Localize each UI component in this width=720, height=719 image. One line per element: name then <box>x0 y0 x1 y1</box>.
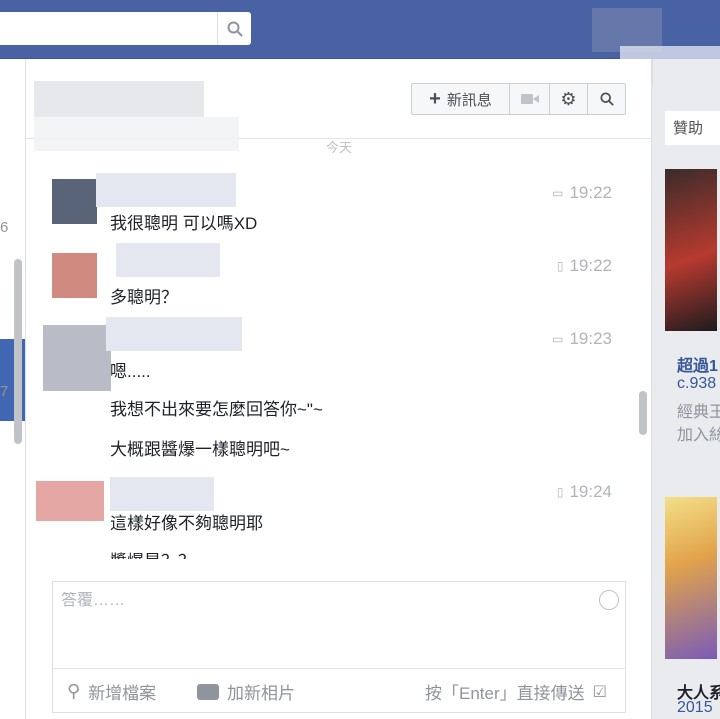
sender-avatar[interactable] <box>36 481 104 521</box>
message-time: ▯ 19:22 <box>556 256 612 275</box>
right-sidebar: 贊助 超過1 c.938 經典王 加入絲 大人系 2015 <box>653 59 720 719</box>
camera-icon <box>197 683 219 700</box>
search-icon <box>599 92 614 106</box>
mobile-icon: ▯ <box>556 259 564 273</box>
search-icon <box>227 21 243 37</box>
ad-subtitle[interactable]: c.938 <box>677 375 716 393</box>
message-text: 多聰明？ <box>110 288 178 307</box>
message-text: 大概跟醬爆一樣聰明吧~ <box>110 440 290 459</box>
message-text: 我想不出來要怎麼回答你~"~ <box>110 400 323 419</box>
conversation-count: 8 <box>0 302 9 319</box>
chat-panel: + 新訊息 ⚙ 今天 ▭ 19:22 我很聰明 可以嗎XD ▯ 19:22 多聰… <box>26 59 652 719</box>
message-text: 這樣好像不夠聰明耶 <box>110 514 263 533</box>
sender-name-blurred <box>96 173 236 207</box>
sender-avatar[interactable] <box>52 253 97 298</box>
message-time: ▯ 19:24 <box>556 482 612 501</box>
message-time: ▭ 19:22 <box>552 183 612 202</box>
ad-image[interactable] <box>665 497 717 659</box>
chat-bubble-icon: ▭ <box>552 186 564 200</box>
composer-actions: ⚲ 新增檔案 加新相片 按「Enter」直接傳送 ☑ <box>53 668 625 712</box>
message-list-scrollbar[interactable] <box>639 391 647 435</box>
conversation-count: 6 <box>0 219 9 236</box>
sender-avatar[interactable] <box>52 179 97 224</box>
sender-avatar[interactable] <box>43 325 111 391</box>
conversation-list: 6 8 7 <box>0 59 26 719</box>
reply-composer: ⚲ 新增檔案 加新相片 按「Enter」直接傳送 ☑ <box>52 581 626 713</box>
sender-name-blurred <box>106 317 242 351</box>
ad-description: 經典王 <box>677 404 720 421</box>
contact-name-blurred <box>34 81 204 117</box>
top-navigation-bar <box>0 0 720 86</box>
paperclip-icon: ⚲ <box>67 681 81 701</box>
message-text: 醬爆是？？ <box>110 547 195 559</box>
settings-button[interactable]: ⚙ <box>550 84 588 114</box>
attach-file-label: 新增檔案 <box>88 684 157 703</box>
enter-to-send-label: 按「Enter」直接傳送 <box>425 684 585 703</box>
contact-status-blurred <box>34 117 239 151</box>
checkbox-icon: ☑ <box>592 683 607 701</box>
search-conversation-button[interactable] <box>588 84 625 114</box>
new-message-button[interactable]: + 新訊息 <box>412 84 510 114</box>
chat-header: + 新訊息 ⚙ <box>26 59 652 151</box>
sender-name-blurred <box>110 477 214 511</box>
ad-title[interactable]: 超過1 <box>677 352 718 376</box>
new-message-label: 新訊息 <box>446 91 492 109</box>
message-time: ▭ 19:23 <box>552 329 612 348</box>
video-camera-icon <box>520 94 539 104</box>
enter-to-send-toggle[interactable]: 按「Enter」直接傳送 ☑ <box>425 679 607 704</box>
sender-name-blurred <box>116 243 220 277</box>
chat-toolbar: + 新訊息 ⚙ <box>411 83 626 115</box>
message-text: 嗯..... <box>110 362 151 381</box>
reply-input[interactable] <box>61 592 581 610</box>
sponsored-header: 贊助 <box>665 111 720 145</box>
emoji-icon[interactable] <box>599 590 619 610</box>
add-photo-label: 加新相片 <box>227 684 295 703</box>
plus-icon: + <box>429 87 441 110</box>
conversation-count: 7 <box>0 383 9 400</box>
video-call-button[interactable] <box>510 84 550 114</box>
ad-description: 加入絲 <box>677 427 720 444</box>
add-photo-button[interactable]: 加新相片 <box>197 679 295 704</box>
gear-icon: ⚙ <box>560 88 577 109</box>
mobile-icon: ▯ <box>556 485 564 499</box>
ad-image[interactable] <box>665 169 717 331</box>
conversation-list-scrollbar[interactable] <box>14 259 22 444</box>
message-text: 我很聰明 可以嗎XD <box>110 214 258 233</box>
search-box[interactable] <box>0 12 251 45</box>
attach-file-button[interactable]: ⚲ 新增檔案 <box>67 679 156 704</box>
message-list: ▭ 19:22 我很聰明 可以嗎XD ▯ 19:22 多聰明？ ▭ 19:23 嗯..… <box>26 149 652 559</box>
chat-bubble-icon: ▭ <box>552 332 564 346</box>
search-button[interactable] <box>217 12 251 45</box>
ad-subtitle[interactable]: 2015 <box>677 699 713 717</box>
